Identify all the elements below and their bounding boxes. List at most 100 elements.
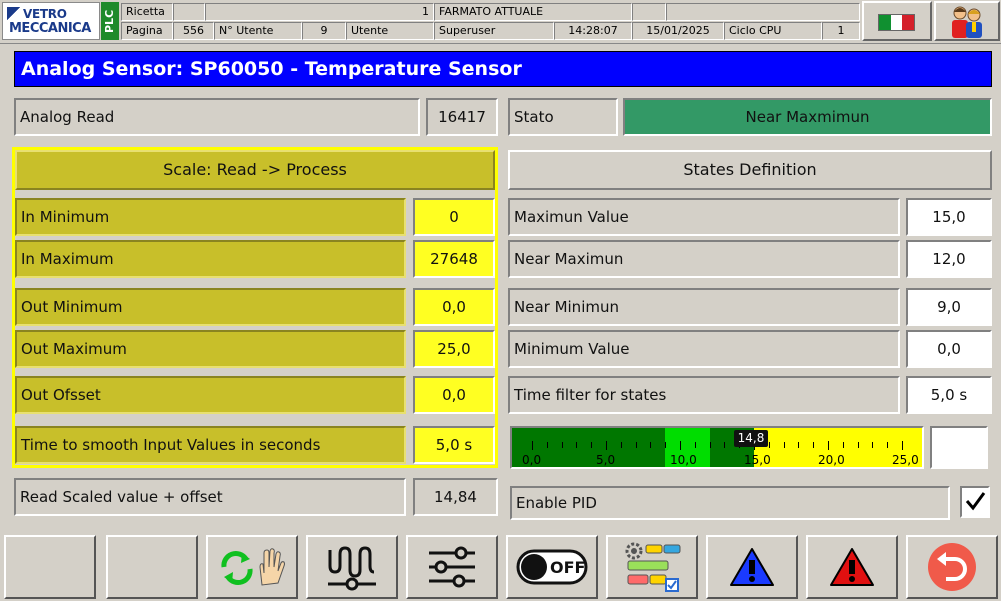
gauge-tick [606, 441, 607, 450]
clock-date: 15/01/2025 [632, 22, 724, 40]
cpu-cycle-value: 1 [822, 22, 860, 40]
back-button[interactable] [906, 535, 998, 599]
gauge-tick-label: 5,0 [596, 453, 616, 467]
gauge-tick [842, 442, 844, 448]
gauge-tick-label: 25,0 [892, 453, 919, 467]
warning-blue-button[interactable] [706, 535, 798, 599]
gauge-tick [635, 442, 637, 448]
page-title: Analog Sensor: SP60050 - Temperature Sen… [14, 51, 992, 87]
checkmark-icon [965, 492, 986, 511]
header-cell-empty [173, 3, 205, 21]
language-button[interactable] [862, 1, 932, 41]
gauge-tick-label: 20,0 [818, 453, 845, 467]
out-offset-label: Out Ofsset [15, 376, 406, 414]
header-cell-empty [666, 3, 860, 21]
gauge-tick [828, 441, 829, 450]
gauge-tick [857, 442, 859, 448]
user-name: Superuser [434, 22, 554, 40]
stato-label: Stato [508, 98, 618, 136]
warning-blue-icon [730, 548, 774, 586]
in-maximum-label: In Maximum [15, 240, 406, 278]
analog-read-label: Analog Read [14, 98, 420, 136]
page-number: 556 [173, 22, 214, 40]
near-minimum-label: Near Minimun [508, 288, 900, 326]
alarm-red-button[interactable] [806, 535, 898, 599]
gauge-tick-label: 15,0 [744, 453, 771, 467]
scaled-value-gauge: 0,0 5,0 10,0 15,0 20,0 25,0 14,8 [510, 426, 924, 469]
process-config-button[interactable] [606, 535, 698, 599]
gauge-tick [783, 442, 785, 448]
recipe-label: Ricetta [121, 3, 173, 21]
maximum-value-label: Maximun Value [508, 198, 900, 236]
gauge-tick [709, 442, 711, 448]
maximum-value-input[interactable]: 15,0 [906, 198, 992, 236]
gauge-tick [561, 442, 563, 448]
users-button[interactable] [934, 1, 1000, 41]
header-cell-empty [205, 3, 427, 21]
gauge-tick-label: 10,0 [670, 453, 697, 467]
read-scaled-label: Read Scaled value + offset [14, 478, 406, 516]
page-label: Pagina [121, 22, 173, 40]
smooth-time-input[interactable]: 5,0 s [413, 426, 495, 464]
gauge-tick [665, 442, 667, 448]
gauge-tick [532, 441, 533, 450]
alarm-red-icon [830, 548, 874, 586]
gauge-tick [694, 442, 696, 448]
out-minimum-input[interactable]: 0,0 [413, 288, 495, 326]
near-maximum-label: Near Maximun [508, 240, 900, 278]
recipe-number: 1 [400, 3, 434, 21]
analog-read-value: 16417 [426, 98, 498, 136]
clock-time: 14:28:07 [554, 22, 632, 40]
toolbar-empty-1[interactable] [4, 535, 96, 599]
out-minimum-label: Out Minimum [15, 288, 406, 326]
plc-badge: PLC [101, 2, 119, 40]
user-label: Utente [346, 22, 434, 40]
scale-header: Scale: Read -> Process [15, 150, 495, 190]
gauge-tick [591, 442, 593, 448]
gauge-tick [902, 441, 903, 450]
gauge-tick [576, 442, 578, 448]
enable-pid-label: Enable PID [510, 486, 950, 520]
smooth-time-label: Time to smooth Input Values in seconds [15, 426, 406, 464]
gauge-tick [813, 442, 815, 448]
settings-sliders-button[interactable] [406, 535, 498, 599]
toolbar-empty-2[interactable] [106, 535, 198, 599]
near-minimum-input[interactable]: 9,0 [906, 288, 992, 326]
time-filter-input[interactable]: 5,0 s [906, 376, 992, 414]
off-toggle-icon: OFF [516, 549, 588, 585]
italy-flag-icon [878, 14, 915, 31]
user-number: 9 [302, 22, 346, 40]
gauge-tick [872, 442, 874, 448]
stato-value: Near Maxmimun [623, 98, 992, 136]
return-icon [928, 543, 976, 591]
gauge-tick [798, 442, 800, 448]
out-maximum-label: Out Maximum [15, 330, 406, 368]
header-cell-empty [632, 3, 666, 21]
read-scaled-value: 14,84 [413, 478, 498, 516]
off-button[interactable]: OFF [506, 535, 598, 599]
sensor-signal-button[interactable] [306, 535, 398, 599]
sliders-icon [429, 546, 475, 588]
gauge-status-box [930, 426, 988, 469]
in-maximum-input[interactable]: 27648 [413, 240, 495, 278]
company-logo: VETRO MECCANICA [2, 2, 100, 40]
recipe-name: FARMATO ATTUALE [434, 3, 632, 21]
gauge-tick [724, 442, 726, 448]
auto-manual-button[interactable] [206, 535, 298, 599]
gauge-tick [546, 442, 548, 448]
minimum-value-input[interactable]: 0,0 [906, 330, 992, 368]
gauge-tick [680, 441, 681, 450]
process-gear-icon [625, 542, 681, 592]
gauge-tick [620, 442, 622, 448]
gauge-tick-label: 0,0 [522, 453, 542, 467]
users-icon [952, 6, 982, 38]
time-filter-label: Time filter for states [508, 376, 900, 414]
gauge-tick [650, 442, 652, 448]
out-maximum-input[interactable]: 25,0 [413, 330, 495, 368]
cycle-hand-icon [221, 548, 285, 586]
out-offset-input[interactable]: 0,0 [413, 376, 495, 414]
in-minimum-input[interactable]: 0 [413, 198, 495, 236]
top-header: VETRO MECCANICA PLC Ricetta 1 FARMATO AT… [0, 0, 1001, 44]
enable-pid-checkbox[interactable] [960, 486, 990, 518]
near-maximum-input[interactable]: 12,0 [906, 240, 992, 278]
